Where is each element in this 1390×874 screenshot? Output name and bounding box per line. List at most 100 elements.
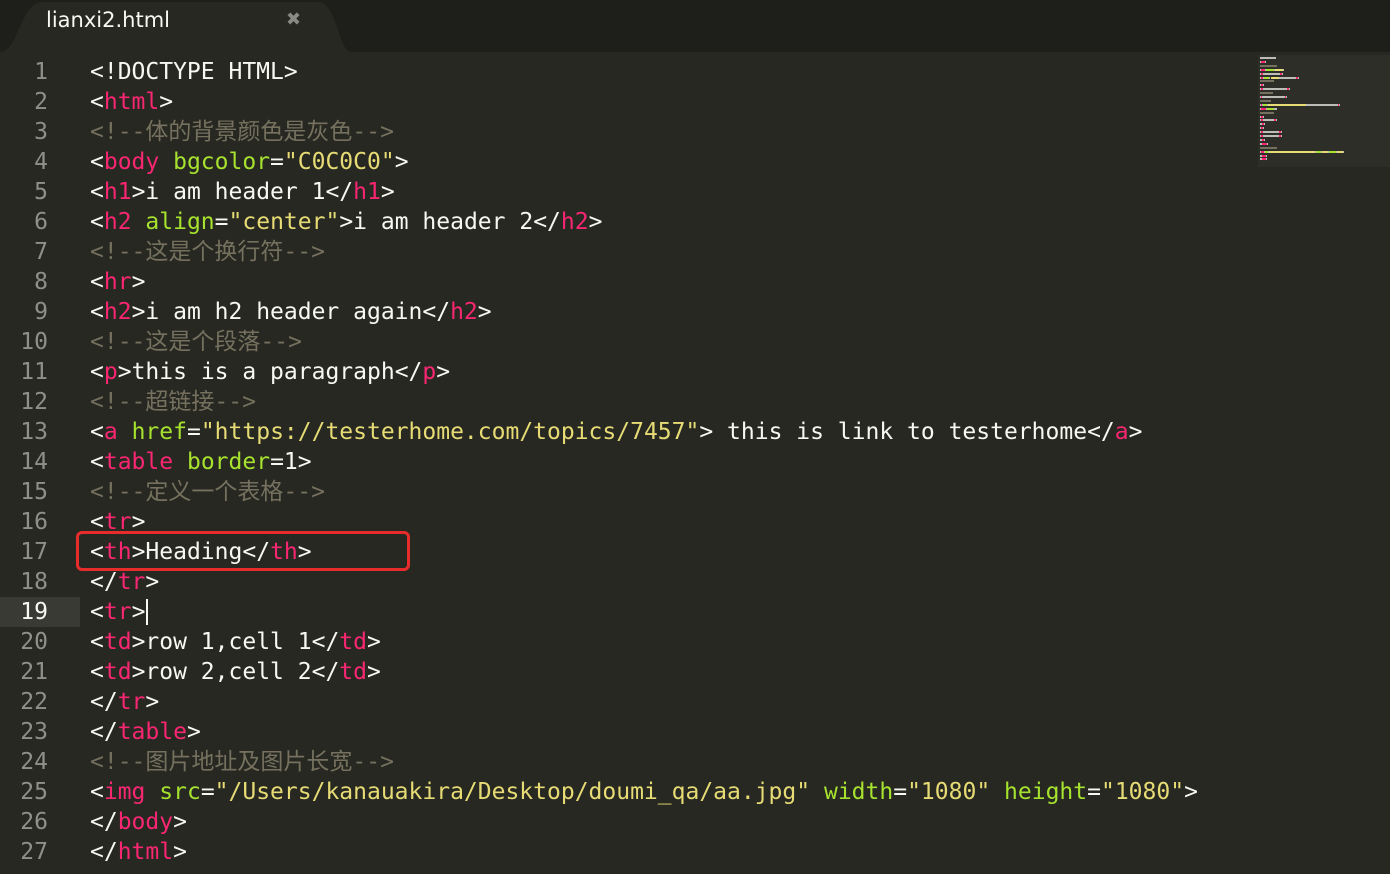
code-line[interactable]: 15 <!--定义一个表格--> (0, 477, 1250, 507)
code-line[interactable]: 4 <body bgcolor="C0C0C0"> (0, 147, 1250, 177)
token-str: "https://testerhome.com/topics/7457" (200, 419, 700, 445)
token-punct: = (1087, 779, 1101, 805)
token-str: "C0C0C0" (283, 149, 395, 175)
line-number: 19 (20, 599, 48, 625)
gutter: 10 (0, 327, 80, 357)
minimap-mark (1279, 76, 1294, 79)
gutter: 17 (0, 537, 80, 567)
token-punct: <!DOCTYPE HTML> (90, 59, 298, 85)
minimap-mark (1266, 158, 1268, 161)
token-tag: td (103, 659, 132, 685)
token-punct: > (186, 719, 201, 745)
code-line[interactable]: 5 <h1>i am header 1</h1> (0, 177, 1250, 207)
code-line[interactable]: 23 </table> (0, 717, 1250, 747)
token-tag: hr (103, 269, 132, 295)
token-punct: < (90, 599, 104, 625)
line-number: 2 (34, 89, 48, 115)
code-line[interactable]: 16 <tr> (0, 507, 1250, 537)
line-number: 24 (20, 749, 48, 775)
code-line[interactable]: 18 </tr> (0, 567, 1250, 597)
token-str: "1080" (1100, 779, 1185, 805)
minimap-mark (1264, 72, 1278, 75)
line-number: 6 (34, 209, 48, 235)
token-tag: tr (117, 689, 146, 715)
code-line[interactable]: 26 </body> (0, 807, 1250, 837)
code-line[interactable]: 6 <h2 align="center">i am header 2</h2> (0, 207, 1250, 237)
code-text: </tr> (90, 687, 159, 717)
code-line[interactable]: 19 <tr> (0, 597, 1250, 627)
line-number: 17 (20, 539, 48, 565)
token-punct: > (117, 359, 132, 385)
code-line[interactable]: 12 <!--超链接--> (0, 387, 1250, 417)
code-text: <h2>i am h2 header again</h2> (90, 297, 492, 327)
gutter: 24 (0, 747, 80, 777)
code-line[interactable]: 20 <td>row 1,cell 1</td> (0, 627, 1250, 657)
code-line[interactable]: 1 <!DOCTYPE HTML> (0, 57, 1250, 87)
code-line[interactable]: 22 </tr> (0, 687, 1250, 717)
token-punct: > (339, 209, 354, 235)
token-tag: body (117, 809, 174, 835)
code-line[interactable]: 8 <hr> (0, 267, 1250, 297)
line-number: 16 (20, 509, 48, 535)
token-tag: th (270, 539, 298, 565)
token-punct: > (131, 269, 146, 295)
code-line[interactable]: 13 <a href="https://testerhome.com/topics… (0, 417, 1250, 447)
code-text: <!--定义一个表格--> (90, 477, 325, 507)
token-tag: a (1114, 419, 1129, 445)
minimap[interactable] (1258, 55, 1390, 167)
gutter: 4 (0, 147, 80, 177)
token-punct: </ (1087, 419, 1115, 445)
gutter: 13 (0, 417, 80, 447)
code-text: <!--超链接--> (90, 387, 256, 417)
code-line[interactable]: 11 <p>this is a paragraph</p> (0, 357, 1250, 387)
minimap-mark (1263, 96, 1284, 98)
token-comment: <!--这是个段落--> (90, 329, 302, 355)
gutter: 21 (0, 657, 80, 687)
line-number: 4 (34, 149, 48, 175)
token-punct: </ (325, 179, 354, 205)
minimap-mark (1263, 115, 1265, 118)
token-punct: </ (90, 839, 118, 865)
line-number: 21 (20, 659, 48, 685)
gutter: 9 (0, 297, 80, 327)
minimap-mark (1264, 131, 1277, 134)
token-text: i am h2 header again (145, 299, 423, 325)
code-line[interactable]: 9 <h2>i am h2 header again</h2> (0, 297, 1250, 327)
code-line[interactable]: 7 <!--这是个换行符--> (0, 237, 1250, 267)
token-tag: html (103, 89, 160, 115)
code-line[interactable]: 10 <!--这是个段落--> (0, 327, 1250, 357)
token-comment: <!--超链接--> (90, 389, 256, 415)
minimap-mark (1264, 135, 1277, 137)
code-text: </html> (90, 837, 187, 867)
token-tag: h2 (103, 209, 132, 235)
tab-lianxi2[interactable]: lianxi2.html ✖ (0, 0, 352, 52)
code-text: <body bgcolor="C0C0C0"> (90, 147, 409, 177)
minimap-mark (1264, 123, 1266, 126)
gutter: 2 (0, 87, 80, 117)
token-punct: > (131, 179, 146, 205)
token-punct: < (90, 89, 104, 115)
token-punct: > (477, 299, 492, 325)
code-line[interactable]: 27 </html> (0, 837, 1250, 867)
token-tag: table (103, 449, 174, 475)
gutter: 3 (0, 117, 80, 147)
minimap-mark (1289, 88, 1291, 91)
minimap-mark (1282, 72, 1284, 75)
token-tag: th (103, 539, 132, 565)
minimap-mark (1260, 80, 1274, 83)
code-line[interactable]: 25 <img src="/Users/kanauakira/Desktop/do… (0, 777, 1250, 807)
token-punct: </ (242, 539, 271, 565)
code-line[interactable]: 21 <td>row 2,cell 2</td> (0, 657, 1250, 687)
code-line[interactable]: 14 <table border=1> (0, 447, 1250, 477)
code-line[interactable]: 24 <!--图片地址及图片长宽--> (0, 747, 1250, 777)
token-punct: </ (311, 659, 340, 685)
code-text: <th>Heading</th> (90, 537, 312, 567)
code-line[interactable]: 2 <html> (0, 87, 1250, 117)
token-tag: body (103, 149, 160, 175)
code-line[interactable]: 17 <th>Heading</th> (0, 537, 1250, 567)
code-line[interactable]: 3 <!--体的背景颜色是灰色--> (0, 117, 1250, 147)
editor[interactable]: 1 <!DOCTYPE HTML> 2 <html> 3 <!--体的背景颜色是灰色-->… (0, 52, 1390, 874)
close-icon[interactable]: ✖ (286, 9, 301, 30)
